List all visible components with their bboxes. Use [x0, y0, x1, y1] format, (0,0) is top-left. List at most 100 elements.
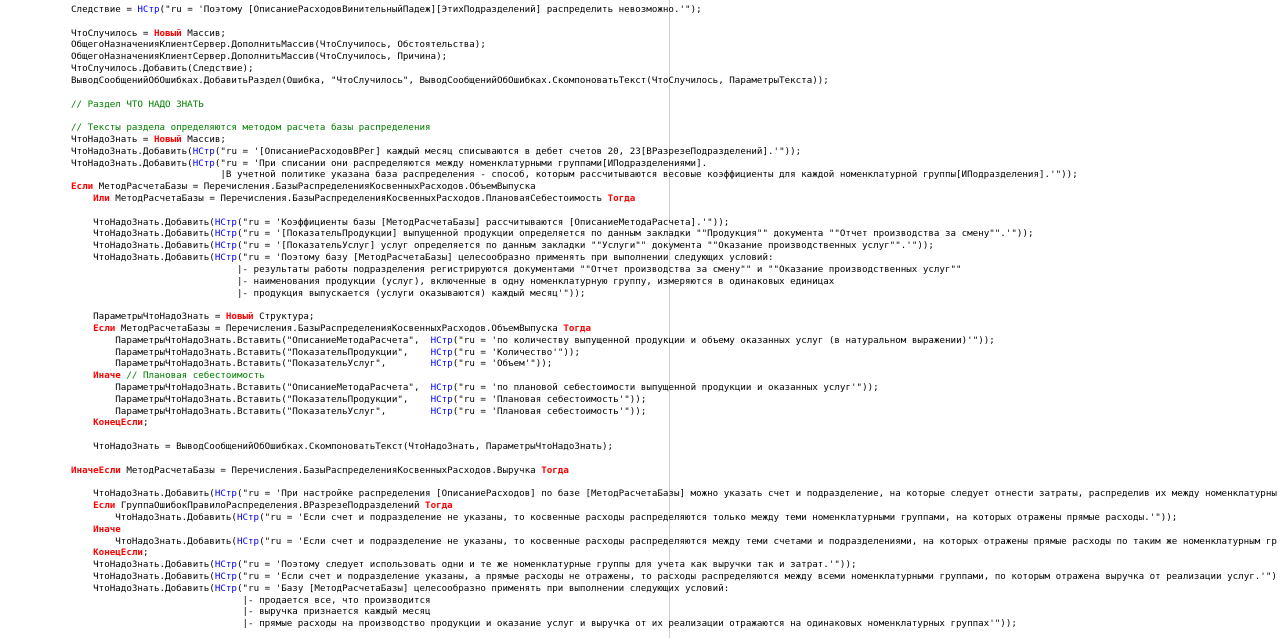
code-token: Если — [93, 322, 116, 334]
code-line[interactable] — [71, 16, 1277, 28]
code-line[interactable]: ВыводСообщенийОбОшибках.ДобавитьРаздел(О… — [71, 75, 1277, 87]
code-line[interactable]: ЧтоНадоЗнать.Добавить(НСтр("ru = 'Если с… — [71, 512, 1277, 524]
code-line[interactable] — [71, 453, 1277, 465]
code-line[interactable]: // Раздел ЧТО НАДО ЗНАТЬ — [71, 99, 1277, 111]
code-token: "); — [685, 4, 702, 15]
code-token: НСтр — [214, 571, 237, 582]
code-token: ЧтоНадоЗнать.Добавить( — [71, 145, 193, 157]
code-line[interactable]: Если МетодРасчетаБазы = Перечисления.Баз… — [71, 181, 1277, 193]
code-token: '")); — [1005, 228, 1034, 240]
code-token: Тогда — [541, 464, 569, 476]
code-line[interactable]: |- выручка признается каждый месяц — [71, 606, 1277, 618]
code-token: ("ru = ' — [452, 393, 497, 405]
code-line[interactable]: ЧтоНадоЗнать.Добавить(НСтр("ru = '[Описа… — [71, 146, 1277, 158]
code-token: Новый — [153, 133, 182, 145]
code-token: НСтр — [192, 145, 215, 157]
code-token: ("ru = ' — [236, 559, 282, 571]
code-token: ПараметрыЧтоНадоЗнать.Вставить( — [71, 382, 287, 393]
code-line[interactable]: ЧтоНадоЗнать.Добавить(НСтр("ru = 'Если с… — [71, 536, 1277, 548]
code-line[interactable]: |- продукция выпускается (услуги оказыва… — [71, 288, 1277, 300]
code-token: Или — [93, 193, 110, 204]
code-token: Коэффициенты базы [МетодРасчетаБазы] рас… — [281, 216, 702, 228]
code-line[interactable]: Если МетодРасчетаБазы = Перечисления.Баз… — [71, 323, 1277, 335]
code-token: Массив; — [181, 133, 226, 145]
code-line[interactable]: ЧтоНадоЗнать.Добавить(НСтр("ru = 'При на… — [71, 488, 1277, 500]
code-line[interactable]: Или МетодРасчетаБазы = Перечисления.Базы… — [71, 193, 1277, 205]
code-line[interactable]: ПараметрыЧтоНадоЗнать.Вставить("Показате… — [71, 358, 1277, 370]
code-token: Массив; — [181, 27, 226, 39]
code-token: ЧтоНадоЗнать.Добавить( — [71, 216, 215, 228]
code-line[interactable]: Иначе // Плановая себестоимость — [71, 370, 1277, 382]
code-line[interactable]: ЧтоНадоЗнать.Добавить(НСтр("ru = 'Поэтом… — [71, 559, 1277, 571]
code-token: ЧтоНадоЗнать = ВыводСообщенийОбОшибках.С… — [71, 441, 614, 453]
code-line[interactable]: ЧтоНадоЗнать.Добавить(НСтр("ru = 'Коэффи… — [71, 217, 1277, 229]
code-line[interactable]: |В учетной политике указана база распред… — [71, 169, 1277, 181]
code-line[interactable] — [71, 429, 1277, 441]
code-line[interactable]: ЧтоНадоЗнать.Добавить(НСтр("ru = 'Если с… — [71, 571, 1277, 583]
code-token: Структура; — [253, 311, 315, 323]
code-line[interactable]: // Тексты раздела определяются методом р… — [71, 122, 1277, 134]
code-token: по плановой себестоимости выпущенной про… — [496, 382, 851, 393]
code-line[interactable] — [71, 477, 1277, 489]
code-line[interactable]: ЧтоНадоЗнать.Добавить(НСтр("ru = '[Показ… — [71, 240, 1277, 252]
code-token: '")); — [1050, 169, 1078, 181]
code-line[interactable]: ЧтоНадоЗнать.Добавить(НСтр("ru = 'Базу [… — [71, 583, 1277, 595]
code-line[interactable]: ПараметрыЧтоНадоЗнать.Вставить("Показате… — [71, 406, 1277, 418]
code-line[interactable]: ЧтоНадоЗнать.Добавить(НСтр("ru = 'При сп… — [71, 158, 1277, 170]
code-line[interactable]: КонецЕсли; — [71, 547, 1277, 559]
code-line[interactable]: ПараметрыЧтоНадоЗнать.Вставить("Описание… — [71, 382, 1277, 394]
code-token: При списании они распределяются между но… — [259, 157, 708, 169]
code-line[interactable]: |- продается все, что производится — [71, 595, 1277, 607]
code-token: ("ru = ' — [236, 240, 282, 252]
code-token: НСтр — [430, 405, 453, 417]
code-line[interactable]: |- наименования продукции (услуг), включ… — [71, 276, 1277, 288]
code-line[interactable]: ИначеЕсли МетодРасчетаБазы = Перечислени… — [71, 465, 1277, 477]
code-line[interactable]: ЧтоНадоЗнать = ВыводСообщенийОбОшибках.С… — [71, 441, 1277, 453]
code-token: МетодРасчетаБазы = Перечисления.БазыРасп… — [120, 464, 542, 476]
code-token: НСтр — [214, 488, 237, 500]
code-token: , — [413, 382, 431, 393]
code-line[interactable]: ПараметрыЧтоНадоЗнать = Новый Структура; — [71, 311, 1277, 323]
code-line[interactable]: ЧтоСлучилось = Новый Массив; — [71, 28, 1277, 40]
code-token: Поэтому [ОписаниеРасходовВинительныйПаде… — [203, 4, 686, 15]
code-token: [ПоказательПродукции] выпущенной продукц… — [281, 228, 1006, 240]
code-token: , — [380, 358, 431, 370]
code-token: Если счет и подразделение не указаны, то… — [303, 511, 1150, 523]
code-line[interactable]: КонецЕсли; — [71, 417, 1277, 429]
code-line[interactable]: ЧтоНадоЗнать = Новый Массив; — [71, 134, 1277, 146]
code-line[interactable]: ПараметрыЧтоНадоЗнать.Вставить("Показате… — [71, 347, 1277, 359]
code-line[interactable]: |- результаты работы подразделения регис… — [71, 264, 1277, 276]
code-token: |- выручка признается каждый месяц — [242, 606, 431, 618]
code-line[interactable]: Иначе — [71, 524, 1277, 536]
code-line[interactable] — [71, 87, 1277, 99]
code-token: НСтр — [214, 252, 237, 264]
code-line[interactable]: ЧтоНадоЗнать.Добавить(НСтр("ru = 'Поэтом… — [71, 252, 1277, 264]
code-line[interactable]: Если ГруппаОшибокПравилоРаспределения.ВР… — [71, 500, 1277, 512]
code-editor[interactable]: Следствие = НСтр("ru = 'Поэтому [Описани… — [0, 0, 1280, 638]
code-line[interactable]: Следствие = НСтр("ru = 'Поэтому [Описани… — [71, 4, 1277, 16]
code-line[interactable] — [71, 110, 1277, 122]
code-token: , — [402, 393, 431, 405]
code-line[interactable] — [71, 205, 1277, 217]
code-token: "ОписаниеМетодаРасчета" — [286, 382, 414, 393]
code-line[interactable]: ПараметрыЧтоНадоЗнать.Вставить("Описание… — [71, 335, 1277, 347]
code-token: ("ru = ' — [236, 216, 282, 228]
code-line[interactable] — [71, 299, 1277, 311]
code-token: "ПоказательПродукции" — [286, 346, 403, 358]
code-line[interactable]: ОбщегоНазначенияКлиентСервер.ДополнитьМа… — [71, 39, 1277, 51]
code-token: ("ru = ' — [452, 382, 497, 393]
code-token: Плановая себестоимость — [496, 405, 619, 417]
code-line[interactable]: ОбщегоНазначенияКлиентСервер.ДополнитьМа… — [71, 51, 1277, 63]
code-line[interactable]: ПараметрыЧтоНадоЗнать.Вставить("Показате… — [71, 394, 1277, 406]
code-token: [ПоказательУслуг] услуг определяется по … — [281, 240, 907, 252]
code-token: ("ru = ' — [236, 571, 282, 582]
code-line[interactable]: ЧтоНадоЗнать.Добавить(НСтр("ru = '[Показ… — [71, 228, 1277, 240]
code-line[interactable]: |- прямые расходы на производство продук… — [71, 618, 1277, 630]
code-token: НСтр — [430, 382, 453, 393]
code-line[interactable]: ЧтоСлучилось.Добавить(Следствие); — [71, 63, 1277, 75]
code-token: Если счет и подразделение указаны, а пря… — [281, 571, 1261, 582]
